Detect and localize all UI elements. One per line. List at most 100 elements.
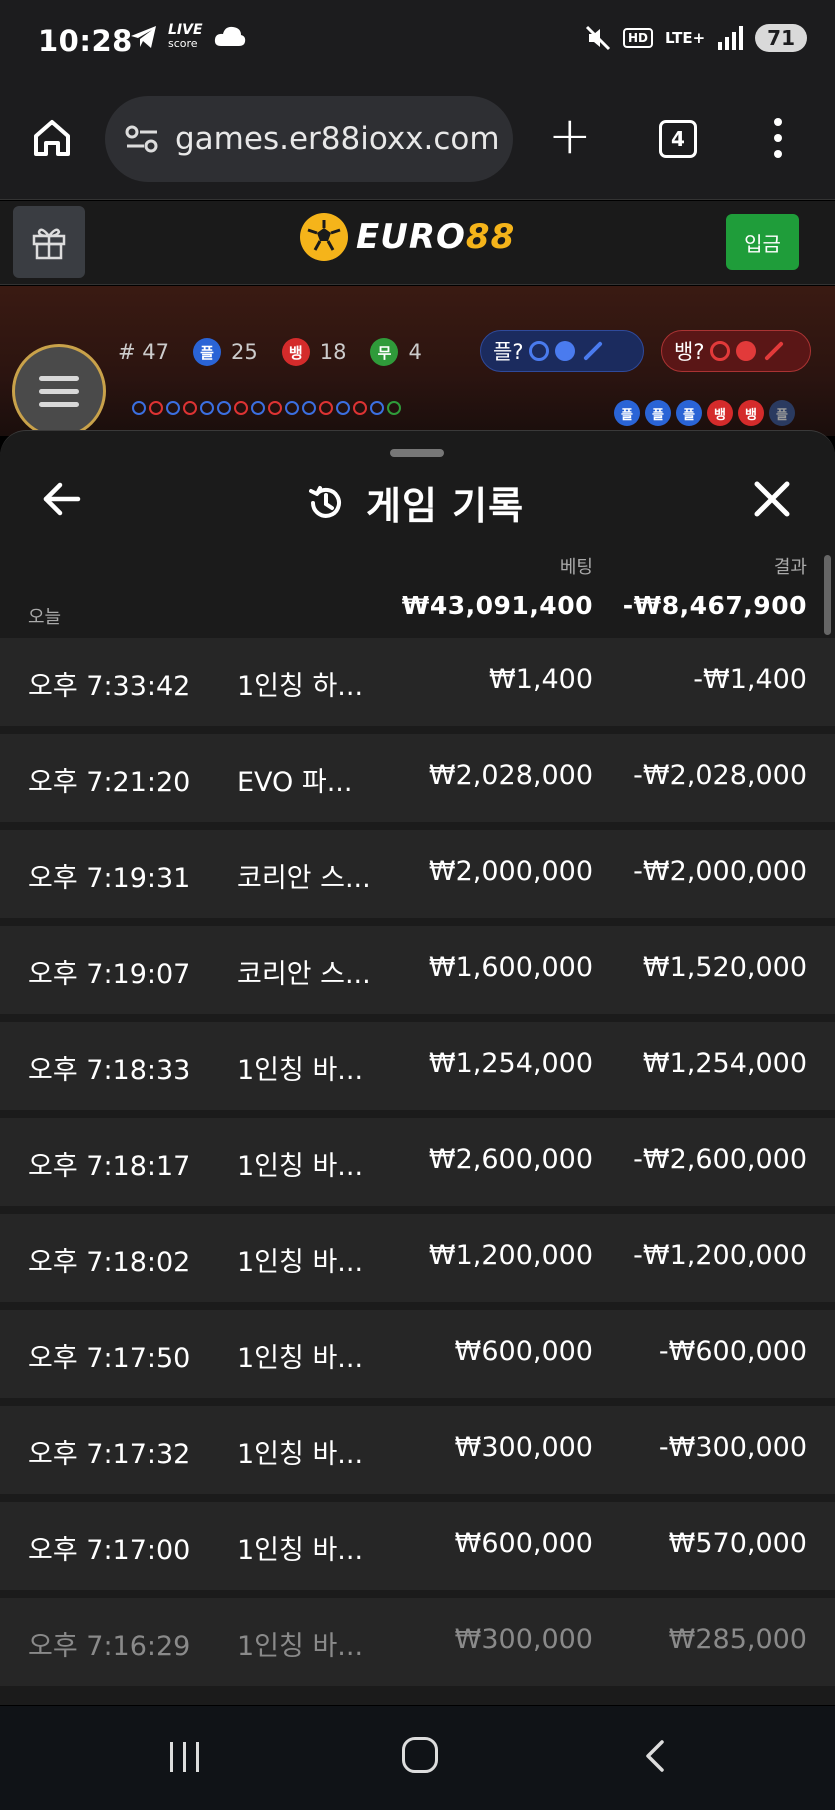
row-result-amount: -₩2,600,000 bbox=[633, 1144, 807, 1175]
trend-chip: 플 bbox=[769, 400, 795, 426]
row-time: 오후 7:21:20 bbox=[28, 767, 191, 798]
row-time: 오후 7:17:00 bbox=[28, 1535, 191, 1566]
dot-icon bbox=[555, 341, 576, 361]
history-row[interactable]: 오후 7:18:33 1인칭 바... ₩1,254,000 ₩1,254,000 bbox=[0, 1022, 835, 1110]
history-row[interactable]: 오후 7:17:32 1인칭 바... ₩300,000 -₩300,000 bbox=[0, 1406, 835, 1494]
game-menu-button[interactable] bbox=[12, 344, 106, 436]
row-time: 오후 7:17:32 bbox=[28, 1439, 191, 1470]
total-result: -₩8,467,900 bbox=[622, 591, 807, 620]
browser-toolbar: games.er88ioxx.com + 4 bbox=[0, 88, 835, 200]
back-icon[interactable] bbox=[638, 1738, 674, 1774]
total-bet: ₩43,091,400 bbox=[401, 591, 593, 620]
gift-icon bbox=[32, 228, 66, 260]
player-chip: 플 bbox=[193, 338, 221, 366]
row-result-amount: -₩1,200,000 bbox=[633, 1240, 807, 1271]
status-time: 10:28 bbox=[38, 24, 133, 58]
row-game-name: 1인칭 바... bbox=[237, 1535, 364, 1566]
telegram-icon bbox=[131, 26, 156, 48]
home-icon[interactable] bbox=[30, 116, 74, 160]
history-row[interactable]: 오후 7:17:00 1인칭 바... ₩600,000 ₩570,000 bbox=[0, 1502, 835, 1590]
row-result-amount: -₩2,000,000 bbox=[633, 856, 807, 887]
round-stats: # 47 플 25 뱅 18 무 4 bbox=[118, 338, 422, 366]
bead-road bbox=[132, 401, 401, 415]
new-tab-plus-icon[interactable]: + bbox=[548, 110, 592, 162]
tie-chip: 무 bbox=[370, 338, 399, 366]
home-button-icon[interactable] bbox=[402, 1737, 438, 1773]
row-time: 오후 7:33:42 bbox=[28, 671, 191, 702]
status-bar: 10:28 LIVE score HD LTE+ 71 bbox=[0, 0, 835, 88]
gift-button[interactable] bbox=[13, 206, 85, 278]
logo-text: EURO88 bbox=[356, 217, 516, 257]
site-header: EURO88 입금 bbox=[0, 201, 835, 285]
row-time: 오후 7:16:29 bbox=[28, 1631, 191, 1662]
history-row[interactable]: 오후 7:19:07 코리안 스... ₩1,600,000 ₩1,520,000 bbox=[0, 926, 835, 1014]
slash-icon bbox=[764, 341, 785, 361]
history-row[interactable]: 오후 7:17:50 1인칭 바... ₩600,000 -₩600,000 bbox=[0, 1310, 835, 1398]
row-game-name: 1인칭 바... bbox=[237, 1151, 364, 1182]
row-result-amount: ₩285,000 bbox=[668, 1624, 807, 1655]
row-game-name: 1인칭 바... bbox=[237, 1439, 364, 1470]
more-menu-icon[interactable] bbox=[774, 118, 782, 158]
system-navigation-bar bbox=[0, 1706, 835, 1810]
battery-indicator: 71 bbox=[755, 24, 807, 52]
history-icon bbox=[309, 485, 341, 518]
history-row[interactable]: 오후 7:16:29 1인칭 바... ₩300,000 ₩285,000 bbox=[0, 1598, 835, 1686]
history-row[interactable]: 오후 7:33:42 1인칭 하... ₩1,400 -₩1,400 bbox=[0, 638, 835, 726]
status-notification-icons: LIVE score bbox=[130, 22, 247, 50]
deposit-button[interactable]: 입금 bbox=[726, 214, 799, 270]
history-row[interactable]: 오후 7:19:31 코리안 스... ₩2,000,000 -₩2,000,000 bbox=[0, 830, 835, 918]
row-bet-amount: ₩2,000,000 bbox=[428, 856, 593, 887]
site-logo[interactable]: EURO88 bbox=[300, 213, 515, 261]
row-time: 오후 7:19:07 bbox=[28, 959, 191, 990]
row-result-amount: ₩570,000 bbox=[668, 1528, 807, 1559]
history-row[interactable]: 오후 7:18:17 1인칭 바... ₩2,600,000 -₩2,600,000 bbox=[0, 1118, 835, 1206]
recent-apps-icon[interactable] bbox=[170, 1742, 199, 1772]
history-row[interactable]: 오후 7:21:20 EVO 파... ₩2,028,000 -₩2,028,000 bbox=[0, 734, 835, 822]
live-score-icon: LIVE score bbox=[168, 22, 203, 50]
dot-icon bbox=[736, 341, 757, 361]
player-prediction-button[interactable]: 플? bbox=[480, 330, 644, 372]
row-time: 오후 7:18:17 bbox=[28, 1151, 191, 1182]
ring-icon bbox=[529, 341, 550, 361]
game-history-sheet: 게임 기록 베팅 결과 오늘 ₩43,091,400 -₩8,467,900 오… bbox=[0, 430, 835, 1705]
row-bet-amount: ₩1,200,000 bbox=[428, 1240, 593, 1271]
sheet-title: 게임 기록 bbox=[306, 475, 524, 530]
row-game-name: 코리안 스... bbox=[237, 959, 371, 990]
row-game-name: 1인칭 바... bbox=[237, 1631, 364, 1662]
url-text: games.er88ioxx.com bbox=[175, 121, 500, 157]
row-result-amount: ₩1,254,000 bbox=[642, 1048, 807, 1079]
row-game-name: 1인칭 바... bbox=[237, 1247, 364, 1278]
row-bet-amount: ₩1,254,000 bbox=[428, 1048, 593, 1079]
address-bar[interactable]: games.er88ioxx.com bbox=[105, 96, 513, 182]
history-list: 오후 7:33:42 1인칭 하... ₩1,400 -₩1,400 오후 7:21:2… bbox=[0, 638, 835, 1694]
row-time: 오후 7:17:50 bbox=[28, 1343, 191, 1374]
row-game-name: 1인칭 하... bbox=[237, 671, 364, 702]
row-bet-amount: ₩2,600,000 bbox=[428, 1144, 593, 1175]
trend-road: 플 플 플 뱅 뱅 플 bbox=[614, 400, 795, 426]
back-arrow-icon[interactable] bbox=[40, 477, 84, 521]
row-result-amount: ₩1,520,000 bbox=[642, 952, 807, 983]
banker-prediction-button[interactable]: 뱅? bbox=[661, 330, 811, 372]
player-count: 25 bbox=[231, 340, 258, 364]
sheet-drag-handle[interactable] bbox=[390, 449, 444, 457]
slash-icon bbox=[583, 341, 604, 361]
row-game-name: 코리안 스... bbox=[237, 863, 371, 894]
row-result-amount: -₩600,000 bbox=[658, 1336, 807, 1367]
row-result-amount: -₩2,028,000 bbox=[633, 760, 807, 791]
site-settings-icon[interactable] bbox=[125, 124, 159, 154]
row-result-amount: -₩300,000 bbox=[658, 1432, 807, 1463]
status-system-icons: HD LTE+ 71 bbox=[585, 24, 807, 52]
cloud-icon bbox=[214, 26, 245, 46]
tab-switcher-button[interactable]: 4 bbox=[659, 120, 697, 158]
trend-chip: 플 bbox=[614, 400, 640, 426]
scrollbar[interactable] bbox=[824, 555, 831, 635]
row-bet-amount: ₩1,400 bbox=[489, 664, 593, 695]
lte-icon: LTE+ bbox=[665, 29, 706, 47]
row-bet-amount: ₩600,000 bbox=[454, 1336, 593, 1367]
soccer-ball-icon bbox=[300, 213, 348, 261]
history-row[interactable]: 오후 7:18:02 1인칭 바... ₩1,200,000 -₩1,200,000 bbox=[0, 1214, 835, 1302]
signal-icon bbox=[718, 26, 744, 50]
row-time: 오후 7:19:31 bbox=[28, 863, 191, 894]
row-bet-amount: ₩600,000 bbox=[454, 1528, 593, 1559]
close-icon[interactable] bbox=[752, 479, 792, 519]
